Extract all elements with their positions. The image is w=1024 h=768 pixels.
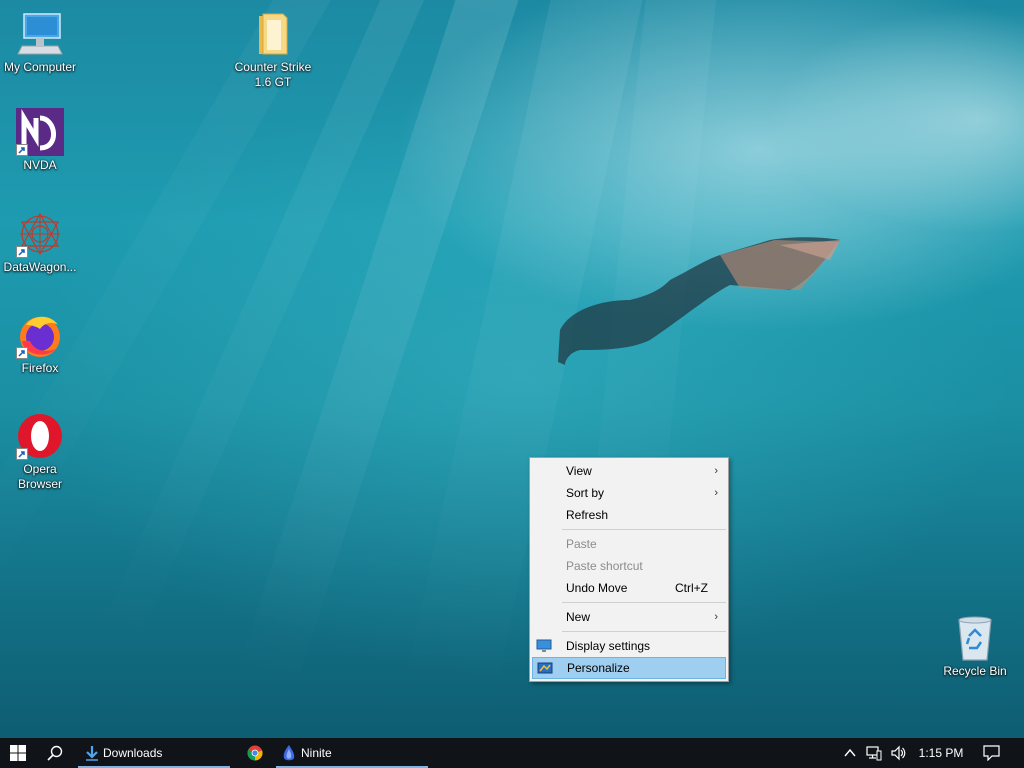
desktop[interactable]: My Computer Counter Strike 1.6 GT NVDA D… bbox=[0, 0, 1024, 738]
menu-item-view[interactable]: View › bbox=[532, 460, 726, 482]
recycle-bin-icon bbox=[958, 616, 992, 661]
menu-item-paste-shortcut: Paste shortcut bbox=[532, 555, 726, 577]
desktop-context-menu: View › Sort by › Refresh Paste Paste sho… bbox=[529, 457, 729, 682]
search-button[interactable] bbox=[36, 738, 74, 768]
desktop-icon-nvda[interactable]: NVDA bbox=[0, 108, 80, 173]
menu-item-paste: Paste bbox=[532, 533, 726, 555]
taskbar-app-downloads[interactable]: Downloads bbox=[78, 738, 230, 768]
network-icon bbox=[866, 746, 882, 761]
desktop-icon-datawagon[interactable]: DataWagon... bbox=[0, 210, 80, 275]
taskbar-app-chrome[interactable] bbox=[236, 738, 274, 768]
menu-item-undo-move[interactable]: Undo Move Ctrl+Z bbox=[532, 577, 726, 599]
icon-label: Counter Strike 1.6 GT bbox=[234, 60, 312, 89]
computer-icon bbox=[17, 13, 63, 55]
network-tray-button[interactable] bbox=[864, 738, 884, 768]
chevron-up-icon bbox=[844, 748, 856, 757]
menu-item-personalize[interactable]: Personalize bbox=[532, 657, 726, 679]
clock-time: 1:15 PM bbox=[918, 746, 964, 760]
taskbar: Downloads Ninite 1:15 PM bbox=[0, 738, 1024, 768]
shortcut-arrow-icon bbox=[16, 347, 28, 359]
taskbar-app-label: Ninite bbox=[301, 746, 332, 760]
submenu-arrow-icon: › bbox=[714, 611, 718, 623]
taskbar-app-ninite[interactable]: Ninite bbox=[276, 738, 428, 768]
show-hidden-icons-button[interactable] bbox=[840, 738, 860, 768]
desktop-icon-recycle-bin[interactable]: Recycle Bin bbox=[935, 614, 1015, 679]
notification-icon bbox=[983, 745, 1000, 761]
menu-separator bbox=[562, 602, 726, 603]
menu-item-label: Paste shortcut bbox=[566, 559, 643, 573]
folder-icon bbox=[259, 13, 288, 55]
shortcut-arrow-icon bbox=[16, 246, 28, 258]
icon-label: NVDA bbox=[23, 158, 57, 172]
windows-logo-icon bbox=[10, 745, 26, 761]
desktop-icon-opera[interactable]: Opera Browser bbox=[0, 412, 80, 492]
taskbar-app-label: Downloads bbox=[103, 746, 163, 760]
icon-label: DataWagon... bbox=[3, 260, 77, 274]
personalize-icon bbox=[537, 662, 553, 674]
start-button[interactable] bbox=[0, 738, 36, 768]
submenu-arrow-icon: › bbox=[714, 465, 718, 477]
download-arrow-icon bbox=[86, 746, 98, 761]
shortcut-arrow-icon bbox=[16, 448, 28, 460]
action-center-button[interactable] bbox=[978, 738, 1006, 768]
icon-label: Recycle Bin bbox=[943, 664, 1007, 678]
submenu-arrow-icon: › bbox=[714, 487, 718, 499]
search-icon bbox=[47, 745, 63, 761]
chrome-icon bbox=[247, 745, 263, 761]
display-settings-icon bbox=[536, 639, 552, 652]
icon-label: Opera Browser bbox=[17, 462, 62, 491]
menu-item-label: Undo Move bbox=[566, 581, 628, 595]
menu-item-label: Sort by bbox=[566, 486, 605, 500]
menu-item-label: Paste bbox=[566, 537, 597, 551]
speaker-icon bbox=[891, 745, 906, 761]
ninite-icon bbox=[283, 745, 295, 761]
icon-label: My Computer bbox=[3, 60, 77, 74]
menu-item-label: Refresh bbox=[566, 508, 609, 522]
icon-label: Firefox bbox=[21, 361, 59, 375]
menu-item-new[interactable]: New › bbox=[532, 606, 726, 628]
menu-separator bbox=[562, 529, 726, 530]
menu-item-refresh[interactable]: Refresh bbox=[532, 504, 726, 526]
menu-item-label: Display settings bbox=[566, 639, 651, 653]
menu-item-label: New bbox=[566, 610, 591, 624]
shortcut-arrow-icon bbox=[16, 144, 28, 156]
menu-item-sort-by[interactable]: Sort by › bbox=[532, 482, 726, 504]
menu-item-display-settings[interactable]: Display settings bbox=[532, 635, 726, 657]
diver-silhouette bbox=[558, 237, 840, 365]
menu-separator bbox=[562, 631, 726, 632]
clock[interactable]: 1:15 PM bbox=[914, 738, 968, 768]
menu-item-label: View bbox=[566, 464, 592, 478]
desktop-icon-counter-strike[interactable]: Counter Strike 1.6 GT bbox=[233, 10, 313, 90]
volume-tray-button[interactable] bbox=[888, 738, 908, 768]
desktop-icon-firefox[interactable]: Firefox bbox=[0, 311, 80, 376]
desktop-icon-my-computer[interactable]: My Computer bbox=[0, 10, 80, 75]
menu-item-label: Personalize bbox=[567, 661, 630, 675]
keyboard-shortcut: Ctrl+Z bbox=[675, 581, 708, 595]
